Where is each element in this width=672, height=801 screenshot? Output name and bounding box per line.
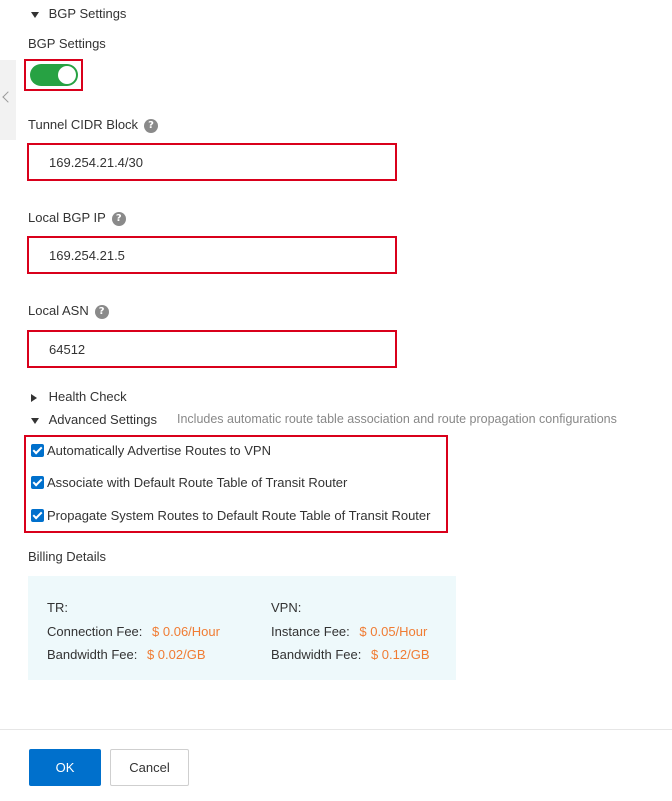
ok-button[interactable]: OK [29, 749, 101, 786]
question-circle-icon[interactable]: ? [94, 304, 109, 319]
vpn-instance-fee-row: Instance Fee: $ 0.05/Hour [271, 624, 427, 639]
tunnel-cidr-label-row: Tunnel CIDR Block? [28, 117, 159, 133]
vpn-instance-fee-value: $ 0.05/Hour [359, 624, 428, 639]
health-check-label: Health Check [48, 389, 127, 404]
caret-down-icon [31, 417, 39, 424]
caret-down-icon [31, 11, 39, 18]
tr-connection-fee-label: Connection Fee: [47, 624, 143, 639]
checkbox-checked-icon[interactable] [31, 509, 44, 522]
advanced-settings-label: Advanced Settings [48, 412, 158, 427]
local-asn-label: Local ASN [28, 303, 89, 318]
vpn-instance-fee-label: Instance Fee: [271, 624, 350, 639]
health-check-toggle[interactable]: Health Check [31, 389, 127, 404]
bgp-settings-toggle[interactable] [30, 64, 78, 86]
tr-bandwidth-fee-label: Bandwidth Fee: [47, 647, 138, 662]
propagate-system-routes-label: Propagate System Routes to Default Route… [47, 508, 431, 523]
advanced-settings-toggle[interactable]: Advanced Settings [31, 412, 157, 427]
collapse-panel-tab[interactable] [0, 60, 16, 140]
bgp-settings-section-title: BGP Settings [48, 6, 127, 21]
vpn-bandwidth-fee-value: $ 0.12/GB [370, 647, 430, 662]
tunnel-cidr-label: Tunnel CIDR Block [28, 117, 139, 132]
local-asn-input[interactable] [27, 330, 397, 368]
chevron-left-icon [2, 91, 14, 103]
local-asn-label-row: Local ASN? [28, 303, 109, 319]
tr-connection-fee-row: Connection Fee: $ 0.06/Hour [47, 624, 220, 639]
advertise-routes-label: Automatically Advertise Routes to VPN [47, 443, 271, 458]
local-bgp-ip-input[interactable] [27, 236, 397, 274]
local-bgp-ip-label-row: Local BGP IP? [28, 210, 126, 226]
bgp-settings-label: BGP Settings [28, 36, 106, 51]
caret-right-icon [31, 393, 37, 402]
question-circle-icon[interactable]: ? [144, 118, 159, 133]
bgp-settings-section-header[interactable]: BGP Settings [31, 6, 126, 21]
tr-heading: TR: [47, 600, 68, 615]
vpn-bandwidth-fee-label: Bandwidth Fee: [271, 647, 362, 662]
tr-bandwidth-fee-row: Bandwidth Fee: $ 0.02/GB [47, 647, 206, 662]
tr-bandwidth-fee-value: $ 0.02/GB [146, 647, 206, 662]
checkbox-checked-icon[interactable] [31, 476, 44, 489]
vpn-bandwidth-fee-row: Bandwidth Fee: $ 0.12/GB [271, 647, 430, 662]
tr-connection-fee-value: $ 0.06/Hour [152, 624, 220, 639]
billing-details-panel: TR: Connection Fee: $ 0.06/Hour Bandwidt… [28, 576, 456, 680]
billing-details-title: Billing Details [28, 549, 107, 564]
question-circle-icon[interactable]: ? [111, 211, 126, 226]
local-bgp-ip-label: Local BGP IP [28, 210, 106, 225]
vpn-heading: VPN: [271, 600, 302, 615]
advanced-settings-description: Includes automatic route table associati… [177, 412, 617, 426]
footer-divider [0, 729, 672, 730]
checkbox-checked-icon[interactable] [31, 444, 44, 457]
toggle-knob [58, 66, 76, 84]
tunnel-cidr-input[interactable] [27, 143, 397, 181]
cancel-button[interactable]: Cancel [110, 749, 189, 786]
associate-route-table-label: Associate with Default Route Table of Tr… [47, 475, 348, 490]
